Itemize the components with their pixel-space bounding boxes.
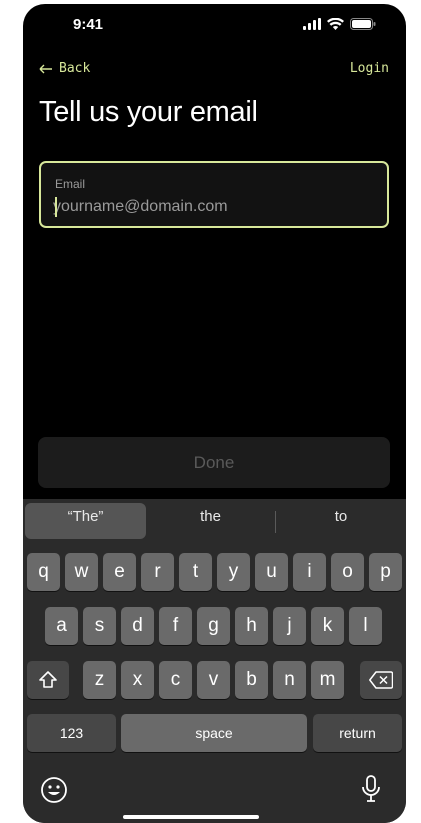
backspace-icon bbox=[369, 671, 393, 689]
key-o[interactable]: o bbox=[331, 553, 364, 591]
back-button[interactable]: Back bbox=[39, 61, 90, 76]
key-n[interactable]: n bbox=[273, 661, 306, 699]
text-caret bbox=[55, 197, 57, 217]
suggestion-item[interactable]: “The” bbox=[25, 508, 146, 525]
back-label: Back bbox=[59, 61, 91, 76]
key-f[interactable]: f bbox=[159, 607, 192, 645]
key-j[interactable]: j bbox=[273, 607, 306, 645]
key-k[interactable]: k bbox=[311, 607, 344, 645]
page-title: Tell us your email bbox=[39, 96, 258, 128]
key-u[interactable]: u bbox=[255, 553, 288, 591]
back-arrow-icon bbox=[39, 64, 52, 73]
space-key[interactable]: space bbox=[121, 714, 307, 752]
key-b[interactable]: b bbox=[235, 661, 268, 699]
phone-screen: 9:41 Back Login Tell us your email Email… bbox=[23, 4, 406, 823]
key-e[interactable]: e bbox=[103, 553, 136, 591]
login-link[interactable]: Login bbox=[350, 61, 389, 76]
key-z[interactable]: z bbox=[83, 661, 116, 699]
status-icons bbox=[303, 18, 376, 30]
key-d[interactable]: d bbox=[121, 607, 154, 645]
key-c[interactable]: c bbox=[159, 661, 192, 699]
home-indicator bbox=[123, 815, 259, 819]
key-g[interactable]: g bbox=[197, 607, 230, 645]
emoji-icon[interactable] bbox=[40, 776, 68, 804]
key-r[interactable]: r bbox=[141, 553, 174, 591]
key-y[interactable]: y bbox=[217, 553, 250, 591]
key-h[interactable]: h bbox=[235, 607, 268, 645]
signal-icon bbox=[303, 18, 321, 30]
key-w[interactable]: w bbox=[65, 553, 98, 591]
key-m[interactable]: m bbox=[311, 661, 344, 699]
wifi-icon bbox=[327, 18, 344, 30]
done-button[interactable]: Done bbox=[38, 437, 390, 488]
shift-key[interactable] bbox=[27, 661, 69, 699]
suggestion-bar: “The” the to bbox=[23, 499, 406, 540]
key-l[interactable]: l bbox=[349, 607, 382, 645]
battery-icon bbox=[350, 18, 376, 30]
backspace-key[interactable] bbox=[360, 661, 402, 699]
keyboard: “The” the to q w e r t y u i o p a s d f… bbox=[23, 499, 406, 823]
key-t[interactable]: t bbox=[179, 553, 212, 591]
return-key[interactable]: return bbox=[313, 714, 402, 752]
status-time: 9:41 bbox=[73, 16, 104, 33]
shift-icon bbox=[39, 671, 57, 688]
email-label: Email bbox=[55, 177, 86, 191]
key-i[interactable]: i bbox=[293, 553, 326, 591]
status-bar: 9:41 bbox=[23, 4, 406, 48]
suggestion-divider bbox=[275, 511, 276, 533]
email-input[interactable] bbox=[53, 195, 373, 219]
key-s[interactable]: s bbox=[83, 607, 116, 645]
key-v[interactable]: v bbox=[197, 661, 230, 699]
key-x[interactable]: x bbox=[121, 661, 154, 699]
key-q[interactable]: q bbox=[27, 553, 60, 591]
email-field[interactable]: Email bbox=[39, 161, 389, 228]
key-p[interactable]: p bbox=[369, 553, 402, 591]
numbers-key[interactable]: 123 bbox=[27, 714, 116, 752]
suggestion-item[interactable]: the bbox=[148, 508, 273, 525]
microphone-icon[interactable] bbox=[361, 774, 381, 804]
key-a[interactable]: a bbox=[45, 607, 78, 645]
keyboard-bottom-bar bbox=[23, 761, 406, 811]
suggestion-item[interactable]: to bbox=[277, 508, 405, 525]
